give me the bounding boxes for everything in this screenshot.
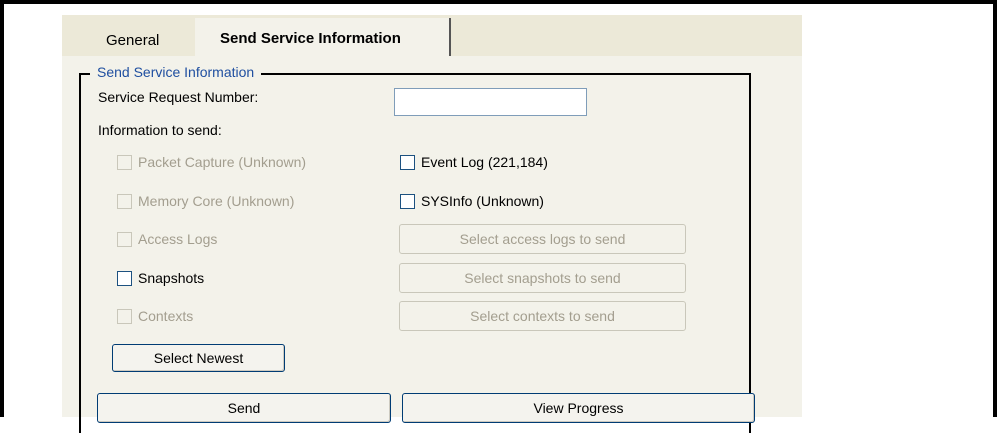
tab-general-label: General [106, 32, 160, 49]
contexts-checkbox[interactable]: Contexts [117, 307, 193, 325]
tab-general[interactable]: General [66, 22, 195, 56]
service-request-number-label: Service Request Number: [98, 89, 259, 105]
snapshots-label: Snapshots [138, 270, 205, 286]
contexts-label: Contexts [138, 308, 194, 324]
access-logs-label: Access Logs [138, 231, 218, 247]
send-button[interactable]: Send [97, 393, 391, 423]
tab-send-service-information-label: Send Service Information [220, 30, 401, 47]
select-access-logs-button[interactable]: Select access logs to send [399, 224, 686, 254]
access-logs-checkbox-box [117, 231, 132, 247]
select-contexts-button[interactable]: Select contexts to send [399, 301, 686, 331]
access-logs-checkbox[interactable]: Access Logs [117, 230, 217, 248]
view-progress-button-label: View Progress [533, 400, 624, 416]
select-access-logs-button-label: Select access logs to send [459, 231, 626, 247]
document-frame-left [0, 0, 4, 417]
sysinfo-checkbox-box [400, 193, 415, 209]
sysinfo-label: SYSInfo (Unknown) [421, 193, 544, 209]
event-log-label: Event Log (221,184) [421, 154, 548, 170]
event-log-checkbox[interactable]: Event Log (221,184) [400, 153, 548, 171]
memory-core-checkbox-box [117, 193, 132, 209]
select-snapshots-button-label: Select snapshots to send [464, 270, 621, 286]
send-button-label: Send [227, 400, 261, 416]
information-to-send-label: Information to send: [98, 122, 222, 138]
select-snapshots-button[interactable]: Select snapshots to send [399, 263, 686, 293]
snapshots-checkbox[interactable]: Snapshots [117, 269, 204, 287]
memory-core-label: Memory Core (Unknown) [138, 193, 295, 209]
service-request-number-input[interactable] [394, 88, 587, 116]
packet-capture-checkbox-box [117, 154, 132, 170]
document-frame-top [0, 0, 997, 4]
tab-send-service-information[interactable]: Send Service Information [195, 18, 451, 57]
select-newest-button-label: Select Newest [153, 350, 244, 366]
memory-core-checkbox[interactable]: Memory Core (Unknown) [117, 192, 294, 210]
event-log-checkbox-box [400, 154, 415, 170]
snapshots-checkbox-box [117, 270, 132, 286]
view-progress-button[interactable]: View Progress [402, 393, 755, 423]
sysinfo-checkbox[interactable]: SYSInfo (Unknown) [400, 192, 544, 210]
select-newest-button[interactable]: Select Newest [112, 344, 285, 372]
select-contexts-button-label: Select contexts to send [470, 308, 615, 324]
packet-capture-label: Packet Capture (Unknown) [138, 154, 307, 170]
packet-capture-checkbox[interactable]: Packet Capture (Unknown) [117, 153, 306, 171]
group-title: Send Service Information [90, 64, 262, 80]
document-frame-right [993, 0, 997, 417]
contexts-checkbox-box [117, 308, 132, 324]
